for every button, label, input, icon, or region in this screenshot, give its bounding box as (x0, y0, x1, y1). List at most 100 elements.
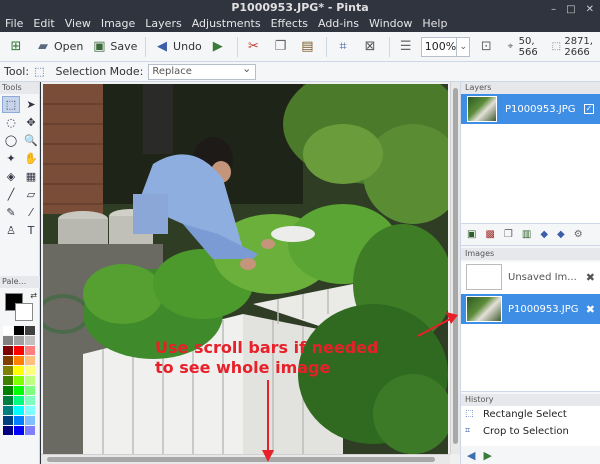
ellipse-select-icon[interactable]: ◯ (2, 132, 20, 149)
image-tab-item[interactable]: Unsaved Im... ✖ (461, 262, 600, 292)
palette-swatch[interactable] (25, 356, 35, 365)
add-layer-icon[interactable]: ▣ (467, 229, 476, 240)
zoom-icon[interactable]: 🔍 (22, 132, 40, 149)
menu-view[interactable]: View (65, 16, 91, 32)
palette-swatch[interactable] (3, 386, 13, 395)
image-size-button[interactable]: ☰ (394, 34, 421, 60)
palette-swatch[interactable] (14, 346, 24, 355)
delete-layer-icon[interactable]: ▩ (485, 229, 494, 240)
history-redo-icon[interactable]: ▶ (483, 449, 491, 462)
palette-swatch[interactable] (3, 416, 13, 425)
palette-swatch[interactable] (3, 366, 13, 375)
pencil-icon[interactable]: ✎ (2, 204, 20, 221)
gradient-icon[interactable]: ▦ (22, 168, 40, 185)
palette-swatch[interactable] (3, 426, 13, 435)
copy-button[interactable]: ❐ (268, 34, 295, 60)
menu-image[interactable]: Image (101, 16, 135, 32)
move-layer-up-icon[interactable]: ◆ (540, 229, 548, 240)
palette-swatch[interactable] (14, 356, 24, 365)
palette-swatch[interactable] (25, 396, 35, 405)
open-button[interactable]: ▰ Open (31, 34, 87, 60)
lasso-select-icon[interactable]: ◌ (2, 114, 20, 131)
layer-properties-icon[interactable]: ⚙ (574, 229, 583, 240)
menu-window[interactable]: Window (369, 16, 412, 32)
images-list: Unsaved Im... ✖ P1000953.JPG ✖ (461, 262, 600, 392)
vertical-scrollbar[interactable] (450, 82, 460, 454)
horizontal-scroll-thumb[interactable] (47, 457, 435, 462)
move-selection-icon[interactable]: ✥ (22, 114, 40, 131)
palette-swatch[interactable] (14, 376, 24, 385)
close-image-icon[interactable]: ✖ (586, 303, 595, 316)
layer-item[interactable]: P1000953.JPG ✓ (461, 94, 600, 124)
new-button[interactable]: ⊞ (4, 34, 31, 60)
save-button[interactable]: ▣ Save (87, 34, 141, 60)
zoom-fit-button[interactable]: ⊡ (474, 34, 501, 60)
palette-swatch[interactable] (14, 366, 24, 375)
palette-swatch[interactable] (3, 326, 13, 335)
selection-mode-dropdown[interactable]: Replace (148, 62, 257, 80)
paste-button[interactable]: ▤ (295, 34, 322, 60)
palette-swatch[interactable] (25, 426, 35, 435)
crop-to-selection-button[interactable]: ⌗ (331, 34, 358, 60)
palette-swatch[interactable] (14, 406, 24, 415)
paint-bucket-icon[interactable]: ◈ (2, 168, 20, 185)
palette-swatch[interactable] (25, 366, 35, 375)
palette-swatch[interactable] (25, 376, 35, 385)
move-selected-icon[interactable]: ➤ (22, 96, 40, 113)
palette-swatch[interactable] (3, 356, 13, 365)
menu-help[interactable]: Help (422, 16, 447, 32)
color-picker-icon[interactable]: ⁄ (22, 204, 40, 221)
text-icon[interactable]: T (22, 222, 40, 239)
palette-swatch[interactable] (14, 426, 24, 435)
rectangle-select-icon[interactable]: ⬚ (2, 96, 20, 113)
palette-swatch[interactable] (3, 376, 13, 385)
palette-swatch[interactable] (25, 406, 35, 415)
menu-layers[interactable]: Layers (145, 16, 181, 32)
palette-swatch[interactable] (14, 396, 24, 405)
deselect-button[interactable]: ⊠ (358, 34, 385, 60)
palette-swatch[interactable] (25, 416, 35, 425)
merge-layer-icon[interactable]: ▥ (522, 229, 531, 240)
menu-add-ins[interactable]: Add-ins (318, 16, 359, 32)
clone-stamp-icon[interactable]: ♙ (2, 222, 20, 239)
palette-swatch[interactable] (3, 406, 13, 415)
pan-icon[interactable]: ✋ (22, 150, 40, 167)
move-layer-down-icon[interactable]: ◆ (557, 229, 565, 240)
menu-file[interactable]: File (5, 16, 23, 32)
magic-wand-icon[interactable]: ✦ (2, 150, 20, 167)
duplicate-layer-icon[interactable]: ❐ (504, 229, 513, 240)
paintbrush-icon[interactable]: ╱ (2, 186, 20, 203)
horizontal-scrollbar[interactable] (41, 454, 450, 464)
palette-swatch[interactable] (25, 346, 35, 355)
cut-button[interactable]: ✂ (241, 34, 268, 60)
canvas-area[interactable] (41, 82, 460, 464)
palette-swatch[interactable] (14, 386, 24, 395)
palette-swatch[interactable] (25, 336, 35, 345)
palette-swatch[interactable] (25, 386, 35, 395)
palette-swatch[interactable] (3, 336, 13, 345)
garden-photo[interactable] (43, 84, 448, 454)
menu-effects[interactable]: Effects (271, 16, 308, 32)
layer-visibility-checkbox[interactable]: ✓ (584, 104, 594, 114)
undo-button[interactable]: ◀ Undo (150, 34, 206, 60)
zoom-input[interactable]: 100% (420, 36, 458, 57)
history-item[interactable]: ⬚ Rectangle Select (461, 406, 600, 423)
palette-swatch[interactable] (25, 326, 35, 335)
zoom-dropdown-button[interactable]: ⌄ (457, 36, 471, 57)
swap-colors-icon[interactable]: ⇄ (30, 291, 37, 300)
close-image-icon[interactable]: ✖ (586, 271, 595, 284)
image-tab-item[interactable]: P1000953.JPG ✖ (461, 294, 600, 324)
menu-adjustments[interactable]: Adjustments (192, 16, 261, 32)
palette-swatch[interactable] (14, 336, 24, 345)
palette-swatch[interactable] (3, 346, 13, 355)
redo-button[interactable]: ▶ (206, 34, 233, 60)
history-undo-icon[interactable]: ◀ (467, 449, 475, 462)
menu-edit[interactable]: Edit (33, 16, 54, 32)
palette-swatch[interactable] (14, 326, 24, 335)
history-item[interactable]: ⌗ Crop to Selection (461, 423, 600, 440)
eraser-icon[interactable]: ▱ (22, 186, 40, 203)
vertical-scroll-thumb[interactable] (453, 88, 458, 444)
secondary-color-swatch[interactable] (15, 303, 33, 321)
palette-swatch[interactable] (14, 416, 24, 425)
palette-swatch[interactable] (3, 396, 13, 405)
